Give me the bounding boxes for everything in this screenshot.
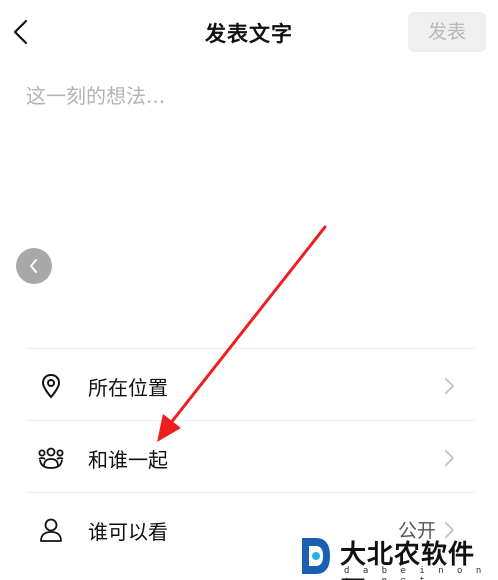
watermark-logo xyxy=(302,538,330,574)
watermark-url: d a b e i n o n g . n e t xyxy=(344,566,486,580)
site-watermark: 大北农软件园 d a b e i n o n g . n e t xyxy=(296,534,496,580)
red-arrow-annotation xyxy=(157,225,327,442)
